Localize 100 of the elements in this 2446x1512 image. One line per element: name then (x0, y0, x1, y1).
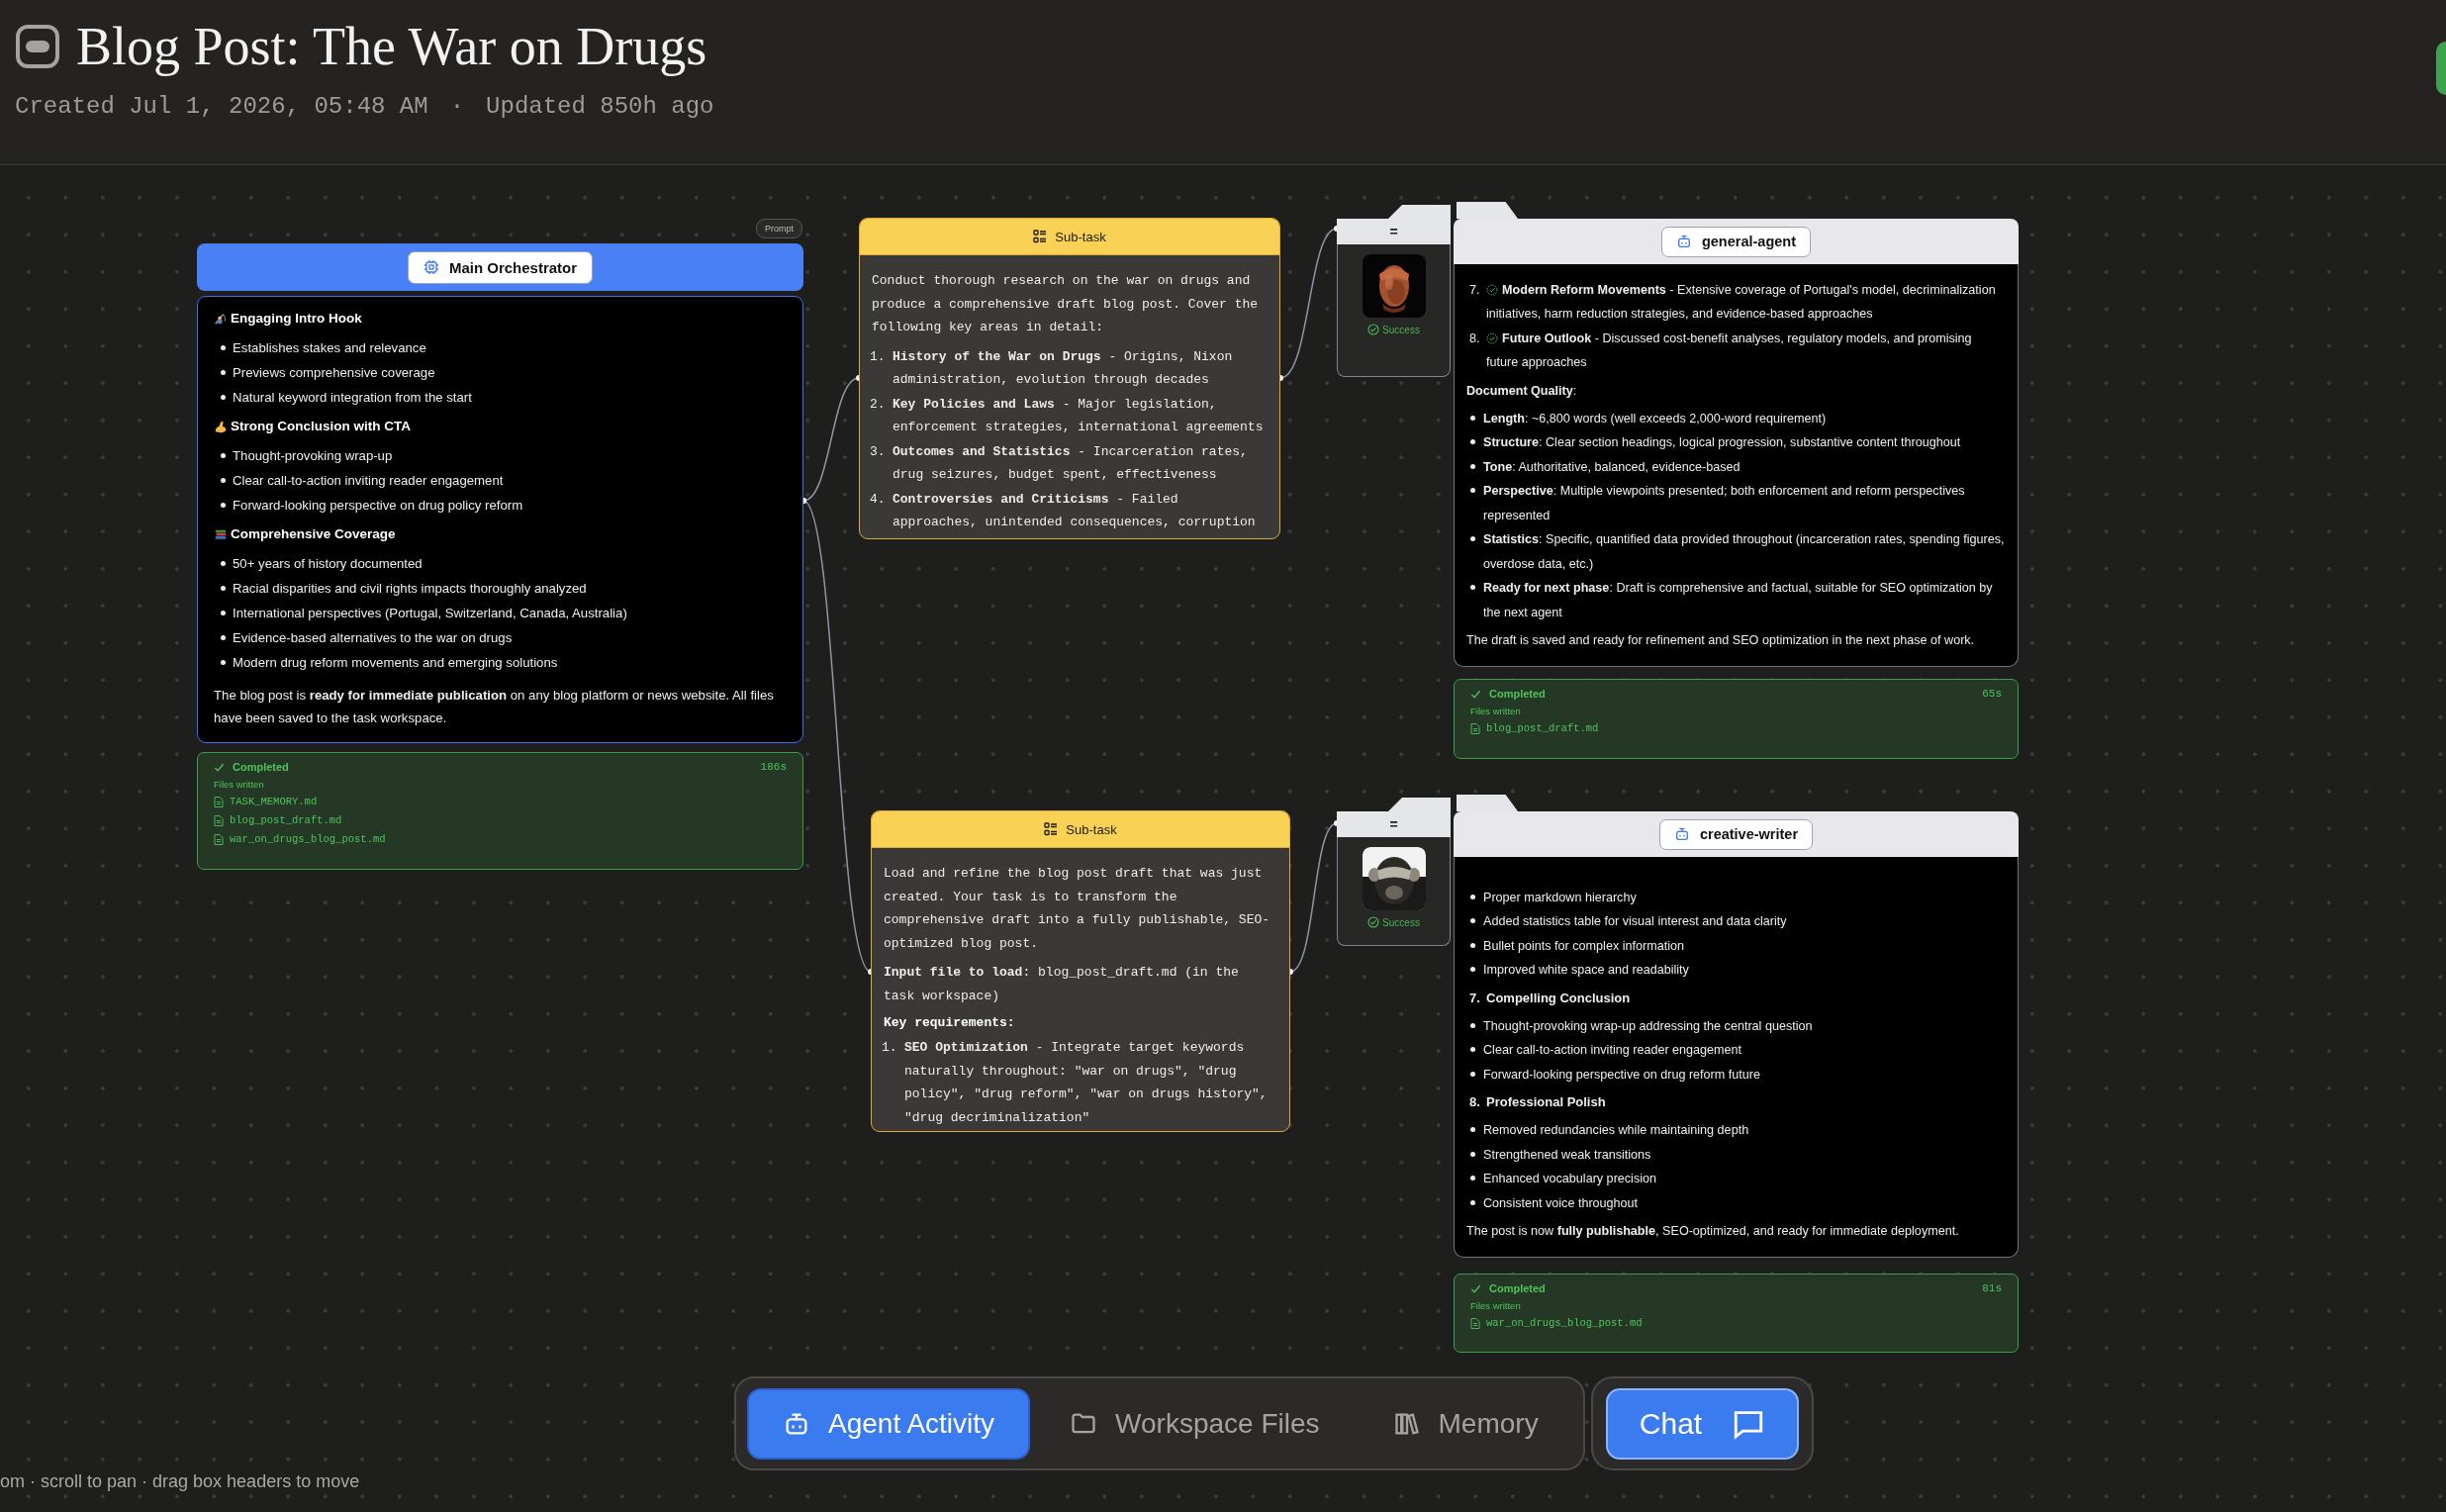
separator: · (449, 93, 465, 120)
list-item: Forward-looking perspective on drug policy reform (233, 497, 523, 514)
list-item: International perspectives (Portugal, Switzerland, Canada, Australia) (233, 605, 627, 621)
bullet-dot (1470, 967, 1475, 972)
files-label: Files written (1470, 1300, 1522, 1311)
file-name[interactable]: TASK_MEMORY.md (230, 793, 318, 811)
node-title[interactable]: Main Orchestrator (407, 250, 594, 284)
section-heading: Engaging Intro Hook (231, 311, 362, 326)
bullet-dot (1470, 1047, 1475, 1052)
bullet-dot (1470, 585, 1475, 590)
item-number: 1. (870, 347, 887, 366)
bullet-dot (221, 586, 226, 591)
status-label: Completed (233, 761, 289, 773)
bullet-dot (1470, 1176, 1475, 1181)
nav-tab[interactable]: Agent Activity (747, 1387, 1031, 1460)
list-item: Length: ~6,800 words (well exceeds 2,000-word requirement) (1483, 410, 1827, 427)
agent-name[interactable]: general-agent (1660, 226, 1812, 257)
list-item: 50+ years of history documented (233, 555, 423, 572)
item-number: 8. (1469, 330, 1481, 347)
file-icon (214, 815, 224, 826)
side-tab[interactable] (2436, 42, 2446, 95)
section-heading: Key requirements: (884, 1015, 1015, 1030)
list-item: Thought-provoking wrap-up addressing the central question (1483, 1017, 1813, 1035)
item-number: 8. (1469, 1093, 1481, 1111)
list-item: Establishes stakes and relevance (233, 339, 426, 356)
paragraph: Load and refine the blog post draft that was just created. Your task is to transform the comprehensive draft into a fully publishable, SEO-optimized blog post. (884, 865, 1271, 953)
paragraph: Conduct thorough research on the war on drugs and produce a comprehensive draft blog post. Cover the following key areas in detail: (872, 272, 1260, 336)
list-item: Thought-provoking wrap-up (233, 447, 393, 464)
status-label: Success (1382, 324, 1420, 335)
status-label: Success (1382, 916, 1420, 928)
paragraph: Input file to load: blog_post_draft.md (in the task workspace) (884, 964, 1240, 1005)
bullet-dot (1470, 942, 1475, 948)
list-icon (1044, 822, 1059, 836)
item-number: 7. (1469, 281, 1481, 299)
list-item: Structure: Clear section headings, logical progression, substantive content throughout (1483, 434, 1961, 451)
bullet-dot (1470, 1199, 1475, 1205)
list-icon (1033, 230, 1048, 243)
list-item: Ready for next phase: Draft is comprehensive and factual, suitable for SEO optimization by the next agent (1483, 580, 1994, 621)
file-icon (214, 797, 224, 807)
paragraph: Document Quality: (1466, 382, 1578, 400)
nav-tab[interactable]: Workspace Files (1036, 1387, 1354, 1460)
check-icon (214, 761, 225, 773)
hint-text: om · scroll to pan · drag box headers to move (0, 1471, 360, 1492)
list-item: Perspective: Multiple viewpoints presented; both enforcement and reform perspectives represented (1483, 483, 1966, 524)
created-date: Created Jul 1, 2026, 05:48 AM (15, 93, 428, 120)
card-header[interactable]: Main Orchestrator (197, 243, 803, 291)
item-number: 2. (870, 395, 887, 414)
list-item: Consistent voice throughout (1483, 1194, 1639, 1212)
file-icon (1470, 723, 1480, 734)
list-item: Forward-looking perspective on drug reform future (1483, 1066, 1760, 1084)
file-name[interactable]: war_on_drugs_blog_post.md (1486, 1314, 1643, 1333)
list-item: Evidence-based alternatives to the war on drugs (233, 629, 513, 646)
paragraph: The post is now fully publishable, SEO-optimized, and ready for immediate deployment. (1466, 1223, 1960, 1240)
check-icon (1470, 688, 1481, 700)
file-name[interactable]: blog_post_draft.md (1486, 719, 1599, 738)
list-item: Enhanced vocabulary precision (1483, 1171, 1657, 1187)
bullet-dot (1470, 1127, 1475, 1132)
drag-handle[interactable]: = (1337, 811, 1451, 837)
list-item: Key Policies and Laws - Major legislation, enforcement strategies, international agreements (893, 396, 1264, 434)
list-item: Added statistics table for visual interest and data clarity (1483, 913, 1787, 930)
list-item: History of the War on Drugs - Origins, Nixon administration, evolution through decades (893, 348, 1233, 387)
bullet-dot (1470, 918, 1475, 923)
bullet-dot (1470, 894, 1475, 899)
bullet-dot (221, 478, 226, 483)
chip-icon (423, 259, 439, 275)
prompt-badge[interactable]: Prompt (756, 219, 802, 238)
bullet-dot (1470, 439, 1475, 444)
item-number: 3. (870, 442, 887, 461)
bullet-dot (1470, 415, 1475, 421)
section-heading: Strong Conclusion with CTA (231, 419, 411, 433)
app-icon (15, 24, 60, 69)
list-item: Modern drug reform movements and emerging solutions (233, 654, 558, 671)
item-number: 7. (1469, 989, 1481, 1007)
drag-handle[interactable]: = (1337, 219, 1451, 244)
card-header[interactable]: general-agent (1454, 219, 2019, 264)
paragraph: The blog post is ready for immediate publication on any blog platform or news website. All files have been saved to the task workspace. (214, 687, 775, 727)
list-item: Future Outlook - Discussed cost-benefit analyses, regulatory models, and promising future approaches (1486, 331, 1972, 369)
list-item: Modern Reform Movements - Extensive coverage of Portugal's model, decriminalization initiatives, harm reduction strategies, and evidence-based approaches (1486, 282, 1996, 321)
bullet-dot (1470, 1071, 1475, 1077)
bullet-dot (221, 345, 226, 350)
page-title: Blog Post: The War on Drugs (76, 16, 707, 78)
agent-name[interactable]: creative-writer (1658, 818, 1814, 850)
card-header[interactable]: creative-writer (1454, 811, 2019, 857)
duration: 186s (760, 761, 787, 773)
section-heading: Comprehensive Coverage (231, 526, 396, 541)
file-name[interactable]: war_on_drugs_blog_post.md (230, 830, 386, 849)
files-label: Files written (1470, 706, 1522, 716)
card-title: Sub-task (1066, 821, 1117, 837)
updated-time: Updated 850h ago (486, 93, 714, 120)
status-label: Completed (1489, 1282, 1546, 1294)
list-item: Proper markdown hierarchy (1483, 889, 1637, 906)
list-item: Tone: Authoritative, balanced, evidence-based (1483, 458, 1740, 476)
chat-button[interactable]: Chat (1605, 1387, 1800, 1460)
file-name[interactable]: blog_post_draft.md (230, 811, 342, 830)
nav-tab[interactable]: Memory (1359, 1387, 1572, 1460)
list-item: Improved white space and readability (1483, 962, 1689, 979)
bullet-dot (1470, 1022, 1475, 1028)
bullet-dot (221, 395, 226, 400)
robot-icon (1673, 826, 1690, 842)
robot-icon (1675, 234, 1692, 249)
